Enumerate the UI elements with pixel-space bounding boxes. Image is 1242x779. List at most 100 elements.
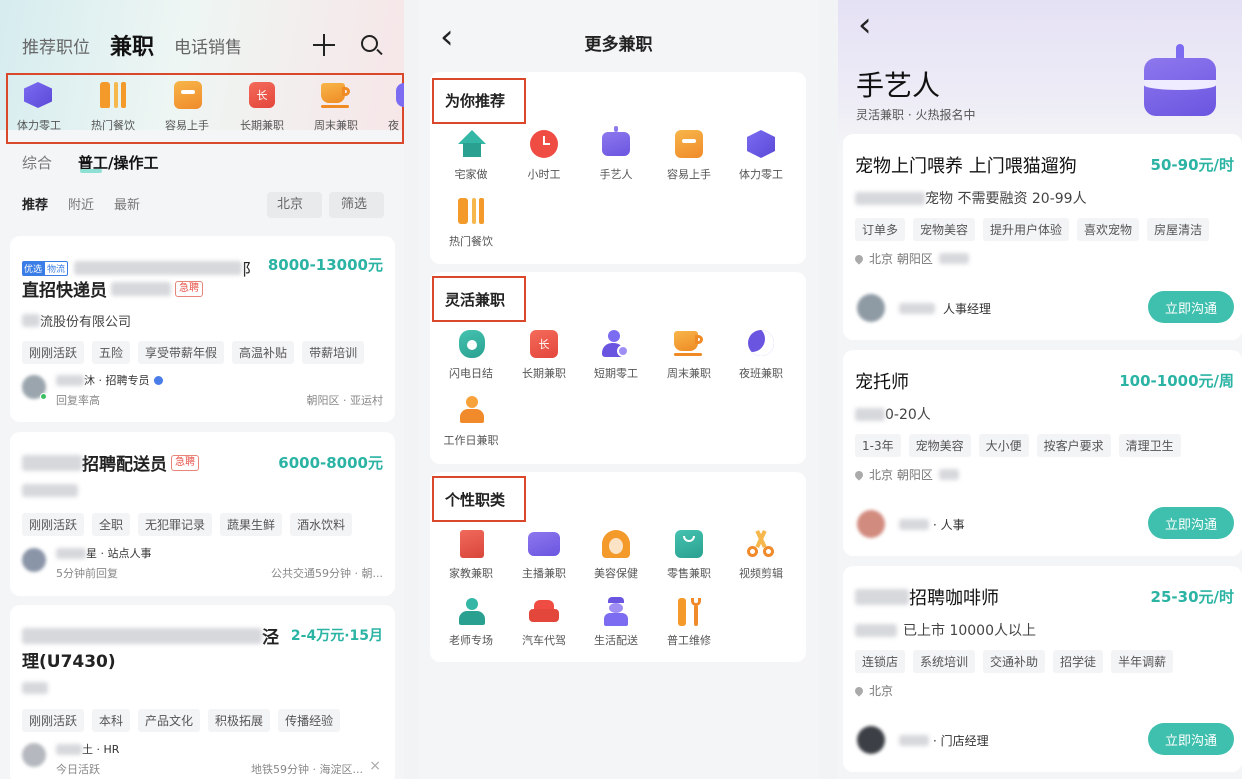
tag: 刚刚活跃 <box>22 341 85 364</box>
tags: 1-3年 宠物美容 大小便 按客户要求 清理卫生 <box>855 434 1189 457</box>
grid-label: 美容保健 <box>594 567 638 580</box>
grid-label: 主播兼职 <box>522 567 566 580</box>
job-card[interactable]: 宠托师 100-1000元/周 0-20人 1-3年 宠物美容 大小便 按客户要… <box>843 350 1242 556</box>
redacted-text <box>899 519 929 530</box>
grid-label: 夜班兼职 <box>739 367 783 380</box>
fork-knife-icon <box>458 198 484 224</box>
redacted-text <box>22 627 262 644</box>
redacted-text <box>855 589 909 605</box>
job-card[interactable]: 招聘咖啡师 25-30元/时 已上市 10000人以上 连锁店 系统培训 交通补… <box>843 566 1242 772</box>
tag: 订单多 <box>855 218 906 241</box>
page-title: 更多兼职 <box>584 35 653 55</box>
grid-label: 容易上手 <box>667 168 711 181</box>
grid-label: 小时工 <box>527 168 561 181</box>
badge-logistics: 物流 <box>44 260 69 276</box>
search-icon[interactable] <box>361 35 383 57</box>
section-title: 个性职类 <box>445 491 506 509</box>
filter-nearby[interactable]: 附近 <box>68 194 94 213</box>
job-card[interactable]: 优选 物流 阝 8000-13000元 直招快递员 急聘 流股份有限公司 刚刚活… <box>10 236 395 422</box>
clock-icon <box>530 130 558 158</box>
car-icon <box>529 600 559 624</box>
recruiter: · 人事 <box>933 518 965 532</box>
subtab-all[interactable]: 综合 <box>22 152 52 173</box>
money-bag-icon <box>459 330 485 358</box>
tag: 刚刚活跃 <box>22 513 85 536</box>
grid-label: 普工维修 <box>667 634 711 647</box>
location-pin-icon <box>853 684 865 697</box>
moon-icon <box>748 330 774 356</box>
location: 北京 朝阳区 <box>869 252 933 266</box>
company-info: 0-20人 <box>885 407 931 423</box>
cake-icon <box>1144 44 1216 116</box>
grid-label: 老师专场 <box>449 634 493 647</box>
tab-part-time[interactable]: 兼职 <box>110 29 154 61</box>
verified-icon <box>153 375 163 385</box>
redacted-text <box>111 281 171 296</box>
company-info: 已上市 10000人以上 <box>903 623 1036 639</box>
grid-label: 体力零工 <box>739 168 783 181</box>
grid-label: 热门餐饮 <box>449 235 493 248</box>
job-title-fragment: 泾 <box>262 628 279 648</box>
recruiter: 土 · HR <box>82 743 120 756</box>
tag: 酒水饮料 <box>290 513 353 536</box>
screen-filter[interactable]: 筛选 <box>329 192 384 218</box>
activity-status: 今日活跃 <box>56 763 100 776</box>
tag: 传播经验 <box>278 709 341 732</box>
tag: 蔬果生鲜 <box>220 513 283 536</box>
tag: 喜欢宠物 <box>1077 218 1140 241</box>
job-card[interactable]: 招聘配送员 急聘 6000-8000元 刚刚活跃 全职 无犯罪记录 蔬果生鲜 酒… <box>10 432 395 596</box>
job-card[interactable]: 泾 2-4万元·15月 理(U7430) 刚刚活跃 本科 产品文化 积极拓展 传… <box>10 605 395 779</box>
tag: 招学徒 <box>1053 650 1104 673</box>
fork-knife-icon <box>100 82 126 108</box>
category-label: 周末兼职 <box>314 119 358 132</box>
back-icon[interactable]: ‹ <box>858 8 872 42</box>
chat-now-button[interactable]: 立即沟通 <box>1148 723 1234 755</box>
redacted-text <box>22 682 48 694</box>
salary: 100-1000元/周 <box>1119 372 1234 390</box>
salary: 8000-13000元 <box>267 256 383 274</box>
job-title: 招聘咖啡师 <box>909 588 999 609</box>
filter-recommended[interactable]: 推荐 <box>22 194 48 213</box>
avatar <box>857 510 885 538</box>
urgent-badge: 急聘 <box>175 280 203 297</box>
tag: 积极拓展 <box>208 709 271 732</box>
grid-label: 长期兼职 <box>522 367 566 380</box>
moon-icon <box>396 83 404 107</box>
tag: 按客户要求 <box>1036 434 1111 457</box>
chat-now-button[interactable]: 立即沟通 <box>1148 291 1234 323</box>
add-icon[interactable] <box>313 34 335 56</box>
redacted-text <box>855 623 897 637</box>
job-title: 招聘配送员 <box>82 455 167 475</box>
job-card[interactable]: 宠物上门喂养 上门喂猫遛狗 50-90元/时 宠物 不需要融资 20-99人 订… <box>843 134 1242 340</box>
redacted-text <box>938 469 959 480</box>
wrench-icon <box>677 598 703 626</box>
tag: 宠物美容 <box>908 434 971 457</box>
avatar <box>857 294 885 322</box>
tab-phone-sales[interactable]: 电话销售 <box>174 33 242 58</box>
close-icon[interactable]: × <box>369 758 381 774</box>
grid-label: 家教兼职 <box>449 567 493 580</box>
tab-recommended[interactable]: 推荐职位 <box>22 33 90 58</box>
calendar-icon: 长 <box>249 82 275 108</box>
redacted-text <box>938 253 969 264</box>
job-title: 宠托师 <box>855 372 909 393</box>
grid-label: 工作日兼职 <box>443 434 499 447</box>
redacted-text <box>899 303 935 314</box>
salary: 25-30元/时 <box>1150 588 1234 606</box>
tag: 1-3年 <box>855 434 901 457</box>
coffee-icon <box>321 83 351 108</box>
chat-now-button[interactable]: 立即沟通 <box>1148 507 1234 539</box>
calendar-icon: 长 <box>530 330 558 358</box>
city-filter[interactable]: 北京 <box>267 192 322 218</box>
tags: 刚刚活跃 五险 享受带薪年假 高温补贴 带薪培训 <box>22 341 372 364</box>
grid-label: 闪电日结 <box>449 367 493 380</box>
filter-latest[interactable]: 最新 <box>114 194 140 213</box>
salary: 6000-8000元 <box>278 454 383 472</box>
book-icon <box>460 530 484 558</box>
avatar <box>22 743 46 767</box>
location-pin-icon <box>853 252 865 265</box>
grid-label: 宅家做 <box>454 168 488 181</box>
category-label: 体力零工 <box>17 119 61 132</box>
grid-label: 生活配送 <box>594 634 638 647</box>
redacted-text <box>899 735 929 746</box>
